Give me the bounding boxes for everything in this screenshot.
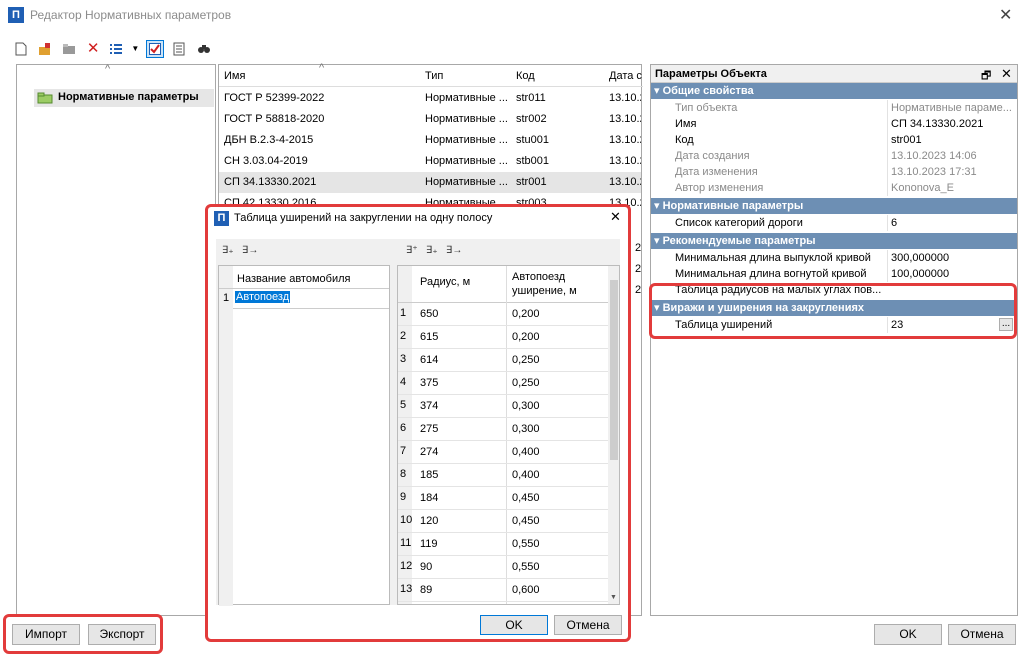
delete-icon[interactable]: ✕ <box>84 40 102 58</box>
prop-row[interactable]: Дата создания 13.10.2023 14:06 <box>651 148 1017 164</box>
prop-row[interactable]: Автор изменения Kononova_E <box>651 180 1017 196</box>
sort-arrow-icon: ^ <box>319 62 325 74</box>
new-icon[interactable] <box>12 40 30 58</box>
binoculars-icon[interactable] <box>195 40 213 58</box>
properties-title: Параметры Объекта <box>655 68 767 80</box>
list-row[interactable]: ГОСТ Р 52399-2022 Нормативные ... str011 13… <box>219 88 641 109</box>
tree-item-label: Нормативные параметры <box>58 91 199 103</box>
prop-row[interactable]: Минимальная длина выпуклой кривой 300,000… <box>651 250 1017 266</box>
ok-button[interactable]: OK <box>874 624 942 645</box>
folder-icon <box>37 92 53 104</box>
app-icon: П <box>8 7 24 23</box>
prop-row[interactable]: Дата изменения 13.10.2023 17:31 <box>651 164 1017 180</box>
dropdown-arrow-icon[interactable]: ▼ <box>130 40 140 58</box>
list-row[interactable]: ГОСТ Р 58818-2020 Нормативные ... str002 13… <box>219 109 641 130</box>
list-row[interactable]: ДБН В.2.3-4-2015 Нормативные ... stu001 13.… <box>219 130 641 151</box>
prop-row[interactable]: Код str001 <box>651 132 1017 148</box>
toolbar: ✕ ▼ <box>12 40 216 60</box>
title-bar: П Редактор Нормативных параметров ✕ <box>0 0 1024 30</box>
column-header-code[interactable]: Код <box>516 70 535 82</box>
close-icon[interactable]: ✕ <box>999 5 1012 25</box>
column-header-name[interactable]: Имя <box>224 70 245 82</box>
section-general[interactable]: ▾ Общие свойства <box>651 83 1017 99</box>
list-header: Имя ^ Тип Код Дата с <box>219 62 643 87</box>
prop-row[interactable]: Список категорий дороги 6 <box>651 215 1017 231</box>
section-recommended[interactable]: ▾ Рекомендуемые параметры <box>651 233 1017 249</box>
close-icon[interactable]: ✕ <box>1001 66 1012 82</box>
properties-header: Параметры Объекта 🗗 ✕ <box>651 65 1017 83</box>
document-icon[interactable] <box>170 40 188 58</box>
date-fragment: 2 <box>635 263 642 275</box>
prop-row[interactable]: Тип объекта Нормативные параме... <box>651 100 1017 116</box>
column-header-type[interactable]: Тип <box>425 70 443 82</box>
list-row[interactable]: СН 3.03.04-2019 Нормативные ... stb001 13.1… <box>219 151 641 172</box>
date-fragment: 2 <box>635 242 642 254</box>
highlight-widening <box>649 283 1017 339</box>
list-row-selected[interactable]: СП 34.13330.2021 Нормативные ... str001 13.… <box>219 172 641 193</box>
highlight-dialog <box>205 204 631 642</box>
open-icon[interactable] <box>36 40 54 58</box>
tree-item-root[interactable]: Нормативные параметры <box>34 89 214 107</box>
date-fragment: 2 <box>635 284 642 296</box>
highlight-import-export <box>3 614 163 654</box>
list-body: ГОСТ Р 52399-2022 Нормативные ... str011 13… <box>219 88 641 218</box>
checkbox-icon[interactable] <box>146 40 165 58</box>
prop-row[interactable]: Имя СП 34.13330.2021 <box>651 116 1017 132</box>
window-title: Редактор Нормативных параметров <box>30 8 232 22</box>
list-view-icon[interactable] <box>108 40 124 58</box>
sort-arrow-icon[interactable]: ^ <box>105 63 110 75</box>
tree-panel: ^ Нормативные параметры <box>16 63 216 616</box>
section-normative[interactable]: ▾ Нормативные параметры <box>651 198 1017 214</box>
properties-panel: Параметры Объекта 🗗 ✕ ▾ Общие свойства Т… <box>650 64 1018 616</box>
prop-row[interactable]: Минимальная длина вогнутой кривой 100,000… <box>651 266 1017 282</box>
column-header-date[interactable]: Дата с <box>609 70 642 82</box>
folder-icon[interactable] <box>60 40 78 58</box>
cancel-button[interactable]: Отмена <box>948 624 1016 645</box>
